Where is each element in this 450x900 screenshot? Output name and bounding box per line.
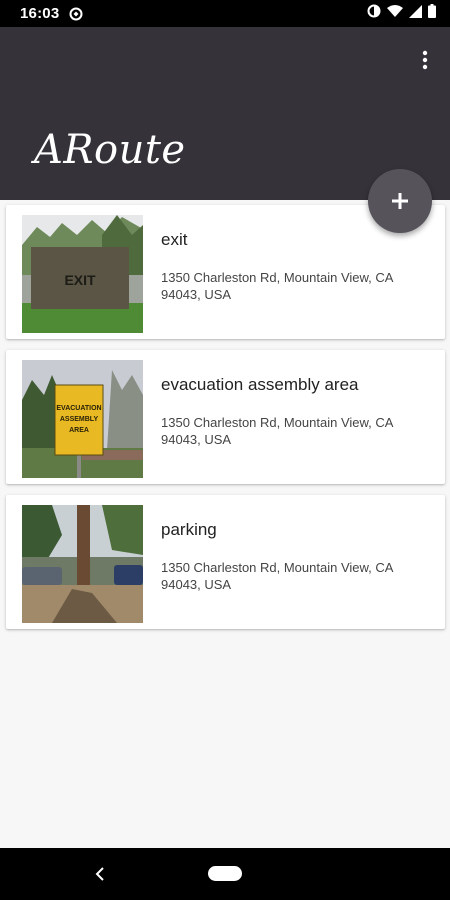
route-name: parking	[161, 520, 217, 539]
route-photo: EXIT	[22, 215, 143, 333]
route-address: 1350 Charleston Rd, Mountain View, CA 94…	[161, 270, 393, 302]
wifi-icon	[387, 4, 403, 23]
plus-icon	[392, 193, 408, 209]
sign-line-2: ASSEMBLY	[60, 416, 99, 423]
route-card-evacuation-assembly-area[interactable]: EVACUATION ASSEMBLY AREA evacuation asse…	[6, 350, 445, 484]
app-title: ARoute	[34, 127, 186, 173]
route-name: exit	[161, 230, 188, 249]
route-photo: EVACUATION ASSEMBLY AREA	[22, 360, 143, 478]
more-vert-icon[interactable]	[410, 45, 440, 75]
back-icon[interactable]	[88, 862, 112, 886]
route-name: evacuation assembly area	[161, 375, 359, 394]
sign-text: EXIT	[64, 272, 96, 288]
add-route-button[interactable]	[368, 169, 432, 233]
signal-icon	[409, 4, 422, 23]
notification-icon	[69, 7, 83, 21]
status-time: 16:03	[20, 5, 60, 22]
home-pill-icon[interactable]	[208, 866, 242, 881]
status-bar: 16:03	[0, 0, 450, 27]
route-card-parking[interactable]: parking 1350 Charleston Rd, Mountain Vie…	[6, 495, 445, 629]
battery-icon	[428, 4, 436, 23]
route-photo	[22, 505, 143, 623]
route-address: 1350 Charleston Rd, Mountain View, CA 94…	[161, 415, 393, 447]
sign-line-3: AREA	[69, 427, 89, 434]
sign-line-1: EVACUATION	[56, 405, 101, 412]
route-address: 1350 Charleston Rd, Mountain View, CA 94…	[161, 560, 393, 592]
data-saver-icon	[367, 4, 381, 23]
system-nav-bar	[0, 848, 450, 900]
